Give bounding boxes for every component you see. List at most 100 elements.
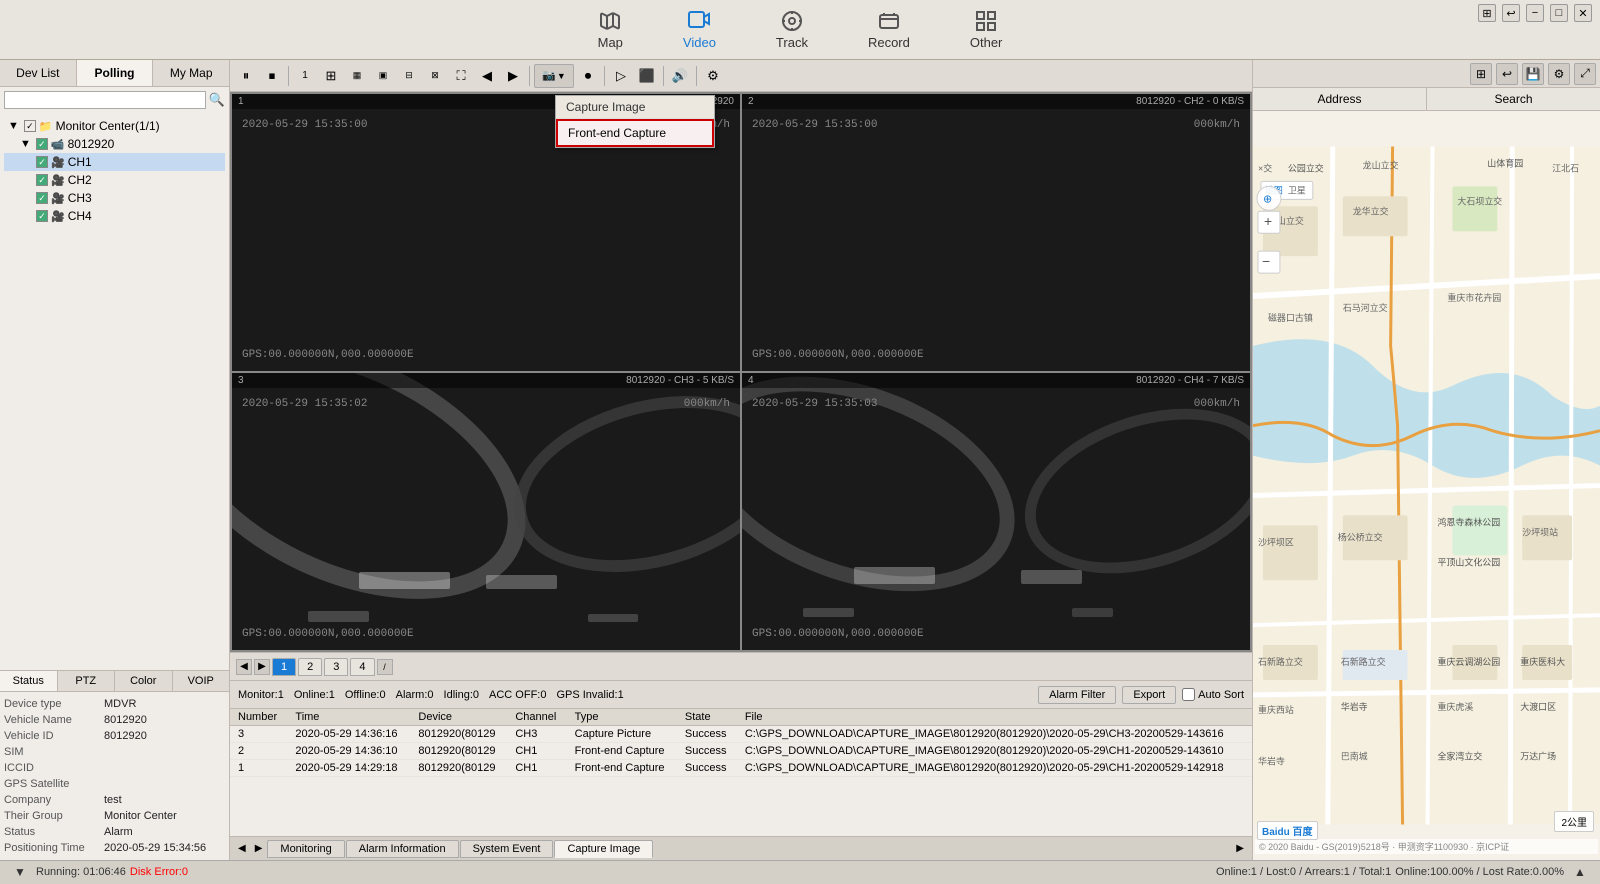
- page-tab-3[interactable]: 3: [324, 658, 348, 676]
- bottom-tab-system-event[interactable]: System Event: [460, 840, 554, 858]
- play-btn[interactable]: ▷: [609, 64, 633, 88]
- col-device: Device: [410, 709, 507, 726]
- bottom-tab-prev[interactable]: ◀: [234, 841, 250, 856]
- next-btn[interactable]: ▶: [501, 64, 525, 88]
- status-row-group: Their Group Monitor Center: [4, 808, 225, 824]
- page-tab-4[interactable]: 4: [350, 658, 374, 676]
- tree-item-ch3[interactable]: ✓ 🎥 CH3: [4, 189, 225, 207]
- restore-title-btn[interactable]: □: [1550, 4, 1568, 22]
- page-end-btn[interactable]: /: [377, 659, 393, 675]
- map-settings-btn[interactable]: ⚙: [1548, 63, 1570, 85]
- table-row[interactable]: 12020-05-29 14:29:188012920(80129CH1Fron…: [230, 760, 1252, 777]
- tree-checkbox-root[interactable]: ✓: [24, 120, 36, 132]
- alarm-filter-btn[interactable]: Alarm Filter: [1038, 686, 1116, 704]
- grid16-btn[interactable]: ⊠: [423, 64, 447, 88]
- capture-dropdown-btn[interactable]: 📷▼: [534, 64, 574, 88]
- tab-dev-list[interactable]: Dev List: [0, 60, 77, 86]
- map-container[interactable]: 龙山立交 龙华立交 大石坝立交 磁器口古镇 石马河立交 重庆市花卉园 沙坪坝区 …: [1253, 111, 1600, 860]
- tree-checkbox-ch2[interactable]: ✓: [36, 174, 48, 186]
- stop-btn[interactable]: ⏹: [260, 64, 284, 88]
- acc-off-count: ACC OFF:0: [489, 689, 546, 701]
- audio-btn[interactable]: 🔊: [668, 64, 692, 88]
- video-grid: 1 8012920 2020-05-29 15:35:00 000km/h GP…: [230, 92, 1252, 652]
- col-type: Type: [567, 709, 677, 726]
- export-btn[interactable]: Export: [1122, 686, 1176, 704]
- table-row[interactable]: 22020-05-29 14:36:108012920(80129CH1Fron…: [230, 743, 1252, 760]
- grid8-btn[interactable]: ▣: [371, 64, 395, 88]
- status-tab-color[interactable]: Color: [115, 671, 173, 691]
- page-tab-1[interactable]: 1: [272, 658, 296, 676]
- grid-title-btn[interactable]: ⊞: [1478, 4, 1496, 22]
- status-tab-voip[interactable]: VOIP: [173, 671, 230, 691]
- pause-btn[interactable]: ⏸: [234, 64, 258, 88]
- back-title-btn[interactable]: ↩: [1502, 4, 1520, 22]
- status-tab-bar: Status PTZ Color VOIP: [0, 671, 229, 692]
- video-cell-3[interactable]: 3 8012920 - CH3 - 5 KB/S 2020-05-29 15:3…: [232, 373, 740, 650]
- nav-record[interactable]: Record: [858, 5, 920, 54]
- grid4-btn[interactable]: ⊞: [319, 64, 343, 88]
- nav-map[interactable]: Map: [588, 5, 633, 54]
- tree-item-root[interactable]: ▼ ✓ 📁 Monitor Center(1/1): [4, 117, 225, 135]
- map-save-btn[interactable]: 💾: [1522, 63, 1544, 85]
- bottom-tab-next-prev[interactable]: ▶: [251, 841, 267, 856]
- video-gps-4: GPS:00.000000N,000.000000E: [752, 628, 924, 640]
- nav-other[interactable]: Other: [960, 5, 1013, 54]
- full-btn[interactable]: ⛶: [449, 64, 473, 88]
- prev-btn[interactable]: ◀: [475, 64, 499, 88]
- tab-polling[interactable]: Polling: [77, 60, 154, 86]
- tree-item-ch1[interactable]: ✓ 🎥 CH1: [4, 153, 225, 171]
- record-btn[interactable]: ⏺: [576, 64, 600, 88]
- grid1-btn[interactable]: 1: [293, 64, 317, 88]
- bottom-tab-scroll-right[interactable]: ▶: [1232, 841, 1248, 856]
- status-row-vehicle-name: Vehicle Name 8012920: [4, 712, 225, 728]
- video-cell-4[interactable]: 4 8012920 - CH4 - 7 KB/S 2020-05-29 15:3…: [742, 373, 1250, 650]
- auto-sort-checkbox[interactable]: [1182, 688, 1195, 701]
- map-layers-btn[interactable]: ⊞: [1470, 63, 1492, 85]
- page-next-prev-btn[interactable]: ▶: [254, 659, 270, 675]
- tree-item-ch2[interactable]: ✓ 🎥 CH2: [4, 171, 225, 189]
- map-expand-btn[interactable]: ⤢: [1574, 63, 1596, 85]
- nav-video[interactable]: Video: [673, 5, 726, 54]
- svg-text:公园立交: 公园立交: [1288, 162, 1324, 173]
- frontend-capture-item[interactable]: Front-end Capture: [556, 119, 714, 147]
- video-feed-2: [742, 94, 1250, 371]
- page-tab-2[interactable]: 2: [298, 658, 322, 676]
- status-tab-ptz[interactable]: PTZ: [58, 671, 116, 691]
- map-tab-search[interactable]: Search: [1427, 88, 1600, 110]
- table-row[interactable]: 32020-05-29 14:36:168012920(80129CH3Capt…: [230, 726, 1252, 743]
- bottom-tab-monitoring[interactable]: Monitoring: [267, 840, 344, 858]
- grid9-btn[interactable]: ⊟: [397, 64, 421, 88]
- map-tab-address[interactable]: Address: [1253, 88, 1427, 110]
- tree-item-device[interactable]: ▼ ✓ 📹 8012920: [4, 135, 225, 153]
- col-time: Time: [287, 709, 410, 726]
- tree-checkbox-ch4[interactable]: ✓: [36, 210, 48, 222]
- tree-item-ch4[interactable]: ✓ 🎥 CH4: [4, 207, 225, 225]
- nav-track[interactable]: Track: [766, 5, 818, 54]
- dropdown-title: Capture Image: [556, 96, 714, 119]
- right-panel: ⊞ ↩ 💾 ⚙ ⤢ Address Search: [1252, 60, 1600, 860]
- tree-checkbox-ch1[interactable]: ✓: [36, 156, 48, 168]
- statusbar-icon[interactable]: ▼: [8, 860, 32, 884]
- close-title-btn[interactable]: ✕: [1574, 4, 1592, 22]
- tab-my-map[interactable]: My Map: [153, 60, 229, 86]
- bottom-tab-capture-image[interactable]: Capture Image: [554, 840, 653, 858]
- cell-device: 8012920(80129: [410, 743, 507, 760]
- tree-checkbox-device[interactable]: ✓: [36, 138, 48, 150]
- map-back-btn[interactable]: ↩: [1496, 63, 1518, 85]
- svg-text:杨公桥立交: 杨公桥立交: [1338, 531, 1383, 542]
- stop2-btn[interactable]: ⬛: [635, 64, 659, 88]
- video-cell-2[interactable]: 2 8012920 - CH2 - 0 KB/S 2020-05-29 15:3…: [742, 94, 1250, 371]
- cell-time: 2020-05-29 14:29:18: [287, 760, 410, 777]
- tree-search-input[interactable]: [4, 91, 206, 109]
- page-prev-btn[interactable]: ◀: [236, 659, 252, 675]
- minimize-title-btn[interactable]: −: [1526, 4, 1544, 22]
- sep1: [288, 66, 289, 86]
- search-icon[interactable]: 🔍: [209, 92, 225, 108]
- tree-checkbox-ch3[interactable]: ✓: [36, 192, 48, 204]
- bottom-tab-alarm-info[interactable]: Alarm Information: [346, 840, 459, 858]
- statusbar-end-btn[interactable]: ▲: [1568, 860, 1592, 884]
- grid6-btn[interactable]: ▦: [345, 64, 369, 88]
- status-tab-status[interactable]: Status: [0, 671, 58, 691]
- settings-btn[interactable]: ⚙: [701, 64, 725, 88]
- svg-text:鸿恩寺森林公园: 鸿恩寺森林公园: [1437, 516, 1500, 527]
